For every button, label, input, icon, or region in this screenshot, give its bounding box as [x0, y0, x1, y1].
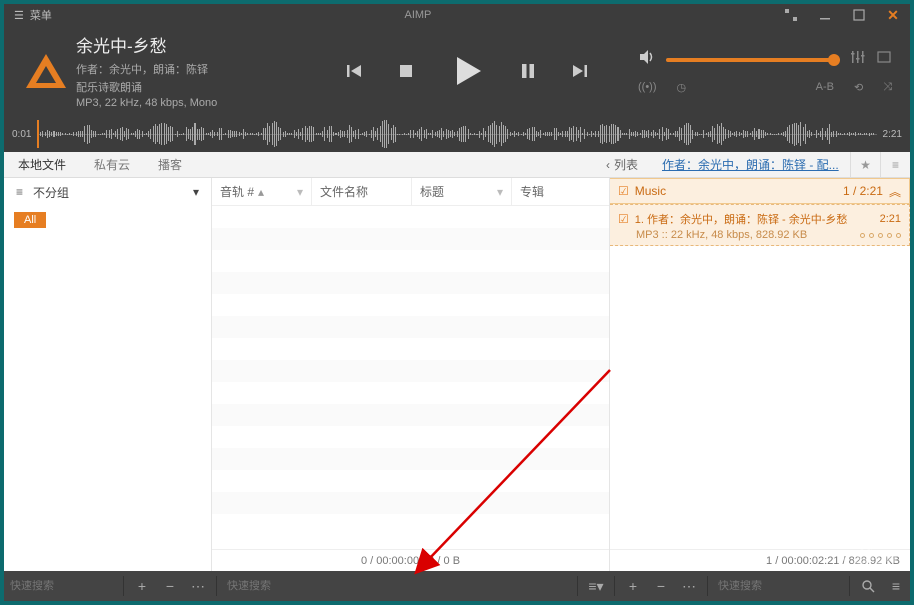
content-area: ≡ 不分组 ▾ All 音轨 # ▴ ▾ 文件名称 标题 ▾ 专辑 [4, 178, 910, 571]
prev-button[interactable] [345, 61, 365, 81]
stop-button[interactable] [397, 62, 415, 80]
waveform[interactable] [37, 120, 876, 148]
tab-local-files[interactable]: 本地文件 [4, 152, 80, 177]
tabs-row: 本地文件 私有云 播客 ‹ 列表 作者：余光中，朗诵：陈铎 - 配... ★ ≡ [4, 152, 910, 178]
menu-label: 菜单 [30, 7, 52, 23]
transport-controls [296, 51, 638, 91]
playlist-group-header[interactable]: ☑ Music 1 / 2:21 ︽ [610, 178, 910, 204]
playlist-group-name: Music [635, 184, 666, 198]
playlist-empty-area [610, 246, 910, 549]
repeat-button[interactable]: ⟲ [854, 81, 863, 94]
menu-icon: ☰ [14, 9, 24, 22]
pause-button[interactable] [519, 62, 537, 80]
mid-bottom-bar: ≡▾ [212, 571, 610, 601]
left-search-input[interactable] [10, 580, 113, 592]
list-dropdown-button[interactable]: ‹ 列表 [594, 152, 650, 177]
titlebar: ☰ 菜单 AIMP ✕ [4, 4, 910, 26]
mid-status-bar: 0 / 00:00:00:00 / 0 B [212, 549, 609, 571]
rating-dots[interactable] [860, 233, 901, 238]
right-status-bar: 1 / 00:00:02:21 / 828.92 KB [610, 549, 910, 571]
col-filename[interactable]: 文件名称 [312, 178, 412, 205]
right-controls: ((•)) ◷ A-B ⟲ ⤨ [638, 48, 898, 94]
mid-search-input[interactable] [227, 580, 567, 592]
checkbox-icon[interactable]: ☑ [618, 212, 629, 226]
collapse-icon[interactable]: ︽ [889, 183, 901, 200]
playlist-pane: ☑ Music 1 / 2:21 ︽ ☑ 1. 作者：余光中，朗诵：陈铎 - 余… [610, 178, 910, 571]
col-title[interactable]: 标题 ▾ [412, 178, 512, 205]
column-headers: 音轨 # ▴ ▾ 文件名称 标题 ▾ 专辑 [212, 178, 609, 206]
file-list[interactable] [212, 206, 609, 549]
playlist-item-duration: 2:21 [880, 213, 901, 225]
minimize-button[interactable] [808, 4, 842, 26]
time-total: 2:21 [883, 129, 902, 140]
remove-button[interactable]: − [156, 578, 184, 594]
sort-asc-icon: ▴ [258, 185, 264, 199]
menu-button[interactable]: ☰ 菜单 [4, 7, 62, 23]
panel-menu-button[interactable]: ≡ [882, 578, 910, 594]
time-current: 0:01 [12, 129, 31, 140]
timer-icon[interactable]: ◷ [677, 81, 687, 94]
remove-button[interactable]: − [647, 578, 675, 594]
chevron-left-icon: ‹ [606, 158, 610, 172]
filter-icon[interactable]: ▾ [297, 185, 303, 199]
chevron-down-icon: ▾ [193, 185, 199, 199]
list-label: 列表 [614, 156, 638, 173]
app-title: AIMP [62, 9, 774, 21]
hamburger-icon: ≡ [16, 185, 23, 199]
right-search-input[interactable] [718, 580, 839, 592]
right-bottom-bar: + − ⋯ ≡ [610, 571, 910, 601]
playlist-group-meta: 1 / 2:21 [843, 184, 883, 198]
left-pane: ≡ 不分组 ▾ All [4, 178, 212, 571]
col-album[interactable]: 专辑 [512, 178, 609, 205]
playlist-item[interactable]: ☑ 1. 作者：余光中，朗诵：陈铎 - 余光中-乡愁 2:21 MP3 :: 2… [610, 204, 910, 246]
player-area: 余光中-乡愁 作者：余光中，朗诵：陈铎 配乐诗歌朗诵 MP3, 22 kHz, … [4, 26, 910, 116]
track-artist: 作者：余光中，朗诵：陈铎 [76, 61, 296, 77]
close-button[interactable]: ✕ [876, 4, 910, 26]
left-bottom-bar: + − ⋯ [4, 571, 212, 601]
volume-slider[interactable] [666, 58, 840, 62]
tab-menu-button[interactable]: ≡ [880, 152, 910, 177]
more-button[interactable]: ⋯ [675, 578, 703, 595]
next-button[interactable] [569, 61, 589, 81]
equalizer-icon[interactable] [850, 49, 866, 70]
volume-icon[interactable] [638, 48, 656, 71]
playlist-item-title: 1. 作者：余光中，朗诵：陈铎 - 余光中-乡愁 [635, 211, 874, 227]
extra-icons-row: ((•)) ◷ A-B ⟲ ⤨ [638, 81, 892, 94]
track-format: MP3, 22 kHz, 48 kbps, Mono [76, 97, 296, 109]
favorite-button[interactable]: ★ [850, 152, 880, 177]
col-track-no[interactable]: 音轨 # ▴ ▾ [212, 178, 312, 205]
compact-mode-button[interactable] [774, 4, 808, 26]
checkbox-icon[interactable]: ☑ [618, 184, 629, 198]
ab-repeat-button[interactable]: A-B [816, 81, 834, 94]
more-button[interactable]: ⋯ [184, 578, 212, 595]
visualization-icon[interactable] [876, 49, 892, 70]
track-subtitle: 配乐诗歌朗诵 [76, 79, 296, 95]
volume-row [638, 48, 892, 71]
search-icon[interactable] [854, 579, 882, 593]
playlist-name-link[interactable]: 作者：余光中，朗诵：陈铎 - 配... [650, 152, 850, 177]
grouping-dropdown[interactable]: ≡ 不分组 ▾ [4, 178, 211, 206]
add-button[interactable]: + [619, 578, 647, 594]
playlist-item-format: MP3 :: 22 kHz, 48 kbps, 828.92 KB [636, 229, 860, 241]
tab-podcast[interactable]: 播客 [144, 152, 196, 177]
file-list-pane: 音轨 # ▴ ▾ 文件名称 标题 ▾ 专辑 0 / 00:00:00:00 / … [212, 178, 610, 571]
radio-icon[interactable]: ((•)) [638, 81, 657, 94]
add-button[interactable]: + [128, 578, 156, 594]
track-metadata: 余光中-乡愁 作者：余光中，朗诵：陈铎 配乐诗歌朗诵 MP3, 22 kHz, … [76, 32, 296, 111]
bottom-toolbars: + − ⋯ ≡▾ + − ⋯ ≡ [4, 571, 910, 601]
list-menu-button[interactable]: ≡▾ [582, 578, 610, 595]
play-button[interactable] [447, 51, 487, 91]
maximize-button[interactable] [842, 4, 876, 26]
app-window: ☰ 菜单 AIMP ✕ 余光中-乡愁 作者：余光中，朗诵：陈铎 配乐诗歌朗诵 M… [4, 4, 910, 601]
track-title: 余光中-乡愁 [76, 32, 296, 57]
filter-icon[interactable]: ▾ [497, 185, 503, 199]
window-controls: ✕ [774, 4, 910, 26]
waveform-row: 0:01 2:21 [4, 116, 910, 152]
tab-private-cloud[interactable]: 私有云 [80, 152, 144, 177]
filter-all-badge[interactable]: All [14, 212, 46, 228]
app-logo [16, 54, 76, 88]
grouping-label: 不分组 [33, 184, 69, 201]
shuffle-button[interactable]: ⤨ [883, 81, 892, 94]
